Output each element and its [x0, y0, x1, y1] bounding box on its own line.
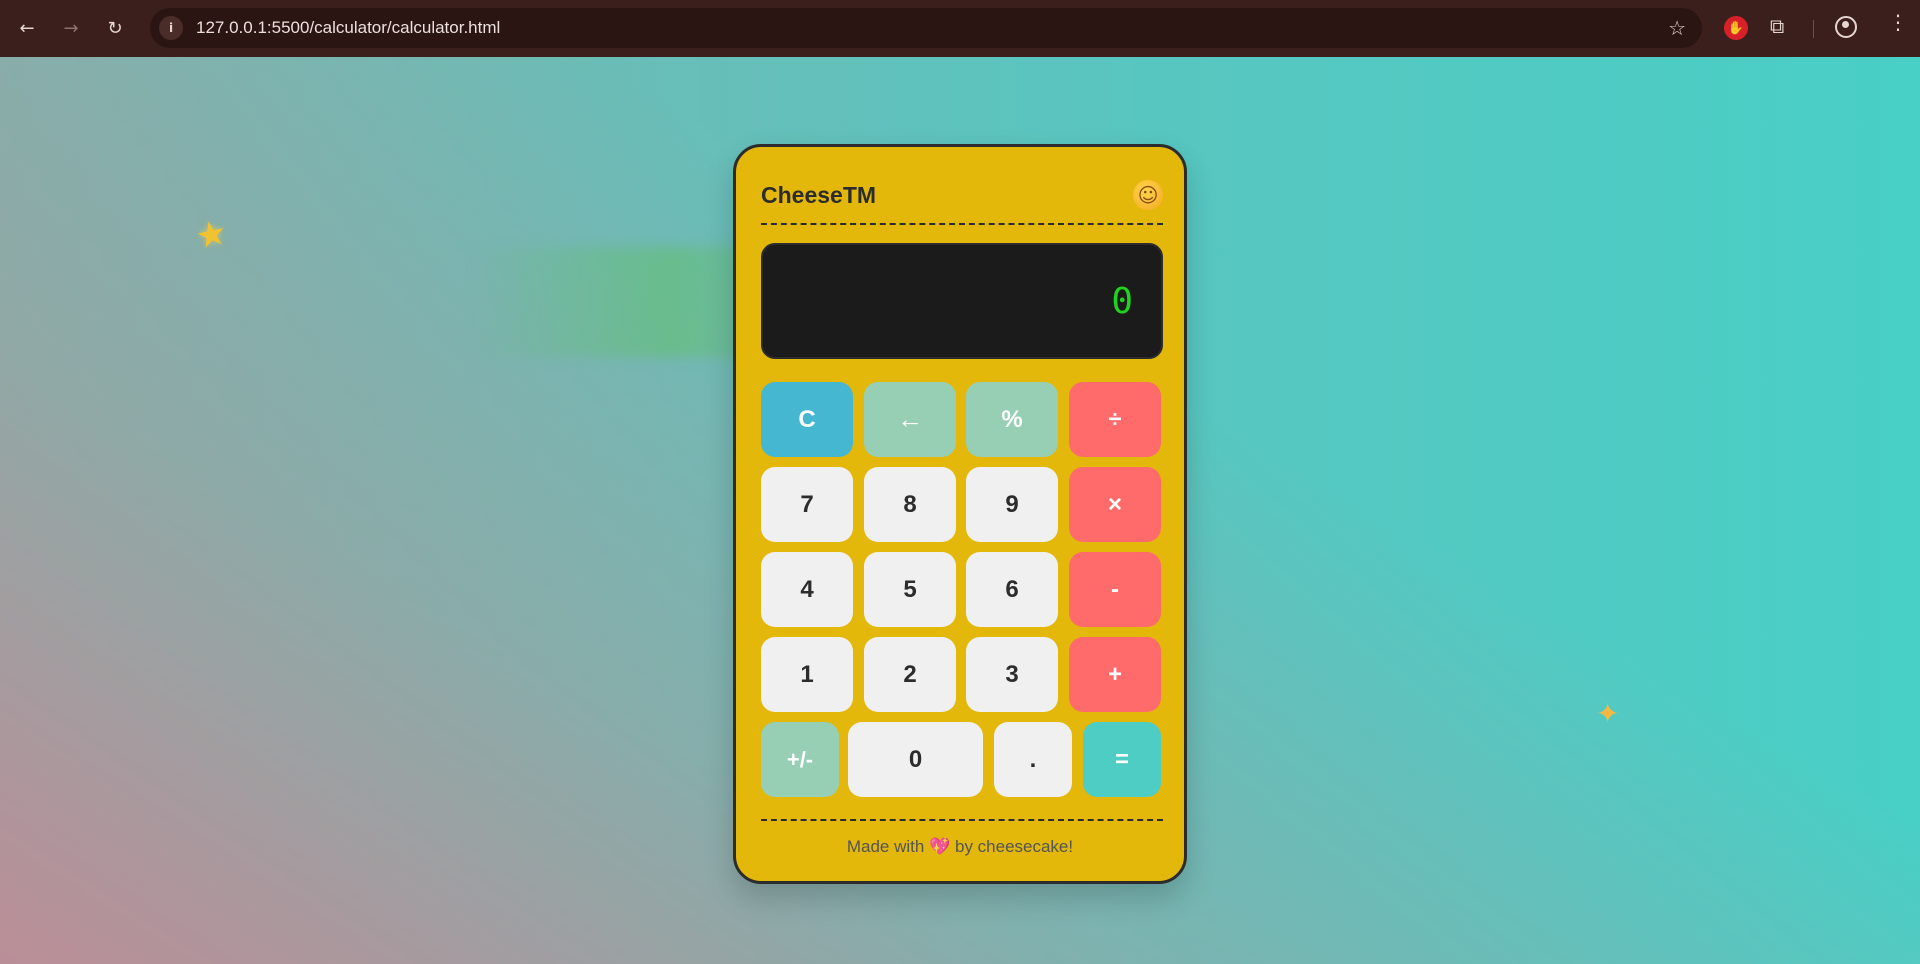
backspace-button[interactable]: ←	[864, 382, 956, 457]
sparkle-icon: ✦	[1596, 697, 1620, 730]
digit-9-button[interactable]: 9	[966, 467, 1058, 542]
footer-credit: Made with 💖 by cheesecake!	[736, 837, 1184, 857]
toolbar-divider	[1813, 20, 1814, 38]
digit-7-button[interactable]: 7	[761, 467, 853, 542]
profile-icon[interactable]	[1835, 16, 1857, 38]
divider	[761, 819, 1163, 821]
clear-button[interactable]: C	[761, 382, 853, 457]
calculator-header: CheeseTM ☺	[761, 179, 1163, 211]
plus-button[interactable]: +	[1069, 637, 1161, 712]
divider	[761, 223, 1163, 225]
digit-2-button[interactable]: 2	[864, 637, 956, 712]
extension-icon[interactable]: ✋	[1724, 16, 1748, 40]
decimal-button[interactable]: .	[994, 722, 1072, 797]
divide-button[interactable]: ÷	[1069, 382, 1161, 457]
back-icon[interactable]: ←	[9, 11, 45, 47]
reload-icon[interactable]: ↻	[97, 11, 133, 47]
address-bar[interactable]: i 127.0.0.1:5500/calculator/calculator.h…	[150, 8, 1702, 48]
browser-toolbar: ← → ↻ i 127.0.0.1:5500/calculator/calcul…	[0, 0, 1920, 57]
footer-suffix: by cheesecake!	[954, 837, 1074, 856]
url-text[interactable]: 127.0.0.1:5500/calculator/calculator.htm…	[196, 18, 500, 38]
digit-0-button[interactable]: 0	[848, 722, 983, 797]
smiley-icon: ☺	[1133, 180, 1163, 210]
calculator-display: 0	[761, 243, 1163, 359]
percent-button[interactable]: %	[966, 382, 1058, 457]
page-viewport: ★ ✦ CheeseTM ☺ 0 C ← % ÷ 7 8 9 × 4 5 6 -…	[0, 57, 1920, 964]
negate-button[interactable]: +/-	[761, 722, 839, 797]
site-info-icon[interactable]: i	[159, 16, 183, 40]
digit-1-button[interactable]: 1	[761, 637, 853, 712]
minus-button[interactable]: -	[1069, 552, 1161, 627]
star-icon: ★	[192, 212, 231, 258]
multiply-button[interactable]: ×	[1069, 467, 1161, 542]
footer-prefix: Made with	[846, 837, 925, 856]
heart-icon: 💖	[929, 837, 951, 857]
forward-icon[interactable]: →	[53, 11, 89, 47]
digit-8-button[interactable]: 8	[864, 467, 956, 542]
equals-button[interactable]: =	[1083, 722, 1161, 797]
calculator: CheeseTM ☺ 0 C ← % ÷ 7 8 9 × 4 5 6 - 1 2…	[733, 144, 1187, 884]
menu-icon[interactable]: ⋮	[1888, 12, 1908, 32]
brand-title: CheeseTM	[761, 181, 877, 208]
digit-5-button[interactable]: 5	[864, 552, 956, 627]
digit-6-button[interactable]: 6	[966, 552, 1058, 627]
digit-3-button[interactable]: 3	[966, 637, 1058, 712]
digit-4-button[interactable]: 4	[761, 552, 853, 627]
puzzle-icon[interactable]: ⧉	[1770, 14, 1784, 38]
bookmark-star-icon[interactable]: ☆	[1668, 16, 1686, 40]
